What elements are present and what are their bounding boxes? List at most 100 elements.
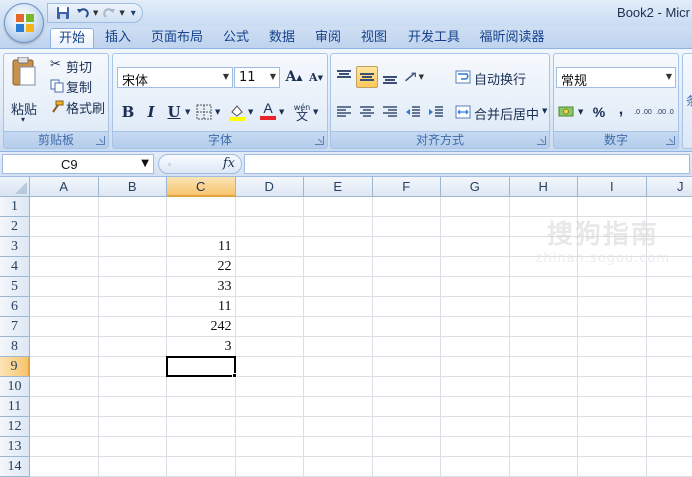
decrease-indent-button[interactable]	[402, 101, 424, 123]
cut-button[interactable]: ✂ 剪切	[48, 57, 106, 76]
column-header-d[interactable]: D	[235, 177, 304, 197]
phonetic-guide-button[interactable]: wén 文	[291, 101, 313, 123]
active-cell-selection[interactable]	[166, 356, 236, 377]
cell-c4[interactable]: 22	[167, 258, 232, 276]
align-middle-button[interactable]	[356, 66, 378, 88]
borders-button[interactable]	[193, 101, 215, 123]
cell-c8[interactable]: 3	[167, 338, 232, 356]
format-painter-button[interactable]: 格式刷	[48, 98, 110, 117]
column-header-f[interactable]: F	[372, 177, 441, 197]
tab-data[interactable]: 数据	[264, 28, 300, 48]
select-all-button[interactable]	[0, 177, 30, 197]
number-dialog-launcher-icon[interactable]	[666, 136, 675, 145]
align-center-button[interactable]	[356, 101, 378, 123]
increase-decimal-button[interactable]: .0 .00	[632, 101, 654, 123]
borders-dropdown-icon[interactable]: ▼	[215, 108, 220, 116]
row-header-10[interactable]: 10	[0, 377, 30, 397]
row-header-5[interactable]: 5	[0, 277, 30, 297]
decrease-decimal-button[interactable]: .00 .0	[654, 101, 676, 123]
copy-button[interactable]: 复制	[48, 77, 106, 96]
font-name-combo[interactable]: 宋体 ▼	[117, 67, 233, 89]
customize-qat-icon[interactable]: ▾	[131, 8, 136, 19]
accounting-dropdown-icon[interactable]: ▼	[578, 108, 583, 116]
accounting-format-button[interactable]	[556, 101, 578, 123]
grow-font-button[interactable]: A ▲	[283, 66, 305, 88]
row-header-6[interactable]: 6	[0, 297, 30, 317]
row-header-4[interactable]: 4	[0, 257, 30, 277]
alignment-dialog-launcher-icon[interactable]	[537, 136, 546, 145]
align-left-button[interactable]	[333, 101, 355, 123]
row-header-11[interactable]: 11	[0, 397, 30, 417]
tab-developer[interactable]: 开发工具	[402, 28, 466, 48]
cell-c6[interactable]: 11	[167, 298, 231, 316]
row-header-3[interactable]: 3	[0, 237, 30, 257]
name-box-dropdown-icon[interactable]: ▼	[141, 158, 149, 169]
cell-c3[interactable]: 11	[167, 238, 231, 256]
tab-foxit-reader[interactable]: 福昕阅读器	[474, 28, 550, 48]
formula-input[interactable]	[244, 154, 690, 174]
italic-button[interactable]: I	[140, 101, 162, 123]
column-header-i[interactable]: I	[578, 177, 647, 197]
row-header-2[interactable]: 2	[0, 217, 30, 237]
number-format-dropdown-icon[interactable]: ▼	[666, 72, 672, 81]
align-top-button[interactable]	[333, 66, 355, 88]
tab-page-layout[interactable]: 页面布局	[146, 28, 208, 48]
undo-icon[interactable]	[74, 5, 92, 21]
align-right-button[interactable]	[379, 101, 401, 123]
merge-dropdown-icon[interactable]: ▼	[542, 107, 547, 115]
column-header-g[interactable]: G	[441, 177, 510, 197]
font-color-button[interactable]: A	[257, 99, 279, 121]
row-header-13[interactable]: 13	[0, 437, 30, 457]
font-color-dropdown-icon[interactable]: ▼	[279, 108, 284, 116]
row-header-8[interactable]: 8	[0, 337, 30, 357]
column-header-c[interactable]: C	[167, 177, 236, 197]
underline-dropdown-icon[interactable]: ▼	[185, 108, 190, 116]
align-bottom-button[interactable]	[379, 66, 401, 88]
fill-handle[interactable]	[231, 373, 237, 378]
column-header-h[interactable]: H	[509, 177, 578, 197]
row-header-12[interactable]: 12	[0, 417, 30, 437]
font-name-dropdown-icon[interactable]: ▼	[223, 72, 229, 81]
tab-review[interactable]: 审阅	[310, 28, 346, 48]
insert-function-button[interactable]: fx	[223, 156, 235, 171]
font-size-combo[interactable]: 11 ▼	[234, 67, 280, 88]
underline-button[interactable]: U	[163, 101, 185, 123]
fill-color-dropdown-icon[interactable]: ▼	[248, 108, 253, 116]
row-header-7[interactable]: 7	[0, 317, 30, 337]
paste-button[interactable]: 粘贴 ▾	[8, 57, 40, 129]
percent-style-button[interactable]: %	[588, 101, 610, 123]
cell-c7[interactable]: 242	[167, 318, 232, 336]
row-header-1[interactable]: 1	[0, 197, 30, 217]
number-format-combo[interactable]: 常规 ▼	[556, 67, 676, 89]
row-header-14[interactable]: 14	[0, 457, 30, 477]
row-header-9[interactable]: 9	[0, 357, 30, 377]
orientation-dropdown-icon[interactable]: ▼	[419, 73, 424, 81]
font-dialog-launcher-icon[interactable]	[315, 136, 324, 145]
column-header-e[interactable]: E	[304, 177, 373, 197]
bold-button[interactable]: B	[117, 101, 139, 123]
save-icon[interactable]	[54, 5, 72, 21]
redo-dropdown-icon[interactable]: ▼	[119, 9, 124, 17]
office-button[interactable]	[4, 3, 44, 43]
tab-view[interactable]: 视图	[356, 28, 392, 48]
orientation-button[interactable]: ▼	[403, 66, 425, 88]
clipboard-dialog-launcher-icon[interactable]	[96, 136, 105, 145]
tab-insert[interactable]: 插入	[100, 28, 136, 48]
name-box[interactable]: C9 ▼	[2, 154, 154, 174]
phonetic-dropdown-icon[interactable]: ▼	[313, 108, 318, 116]
column-header-b[interactable]: B	[98, 177, 167, 197]
font-size-dropdown-icon[interactable]: ▼	[270, 72, 276, 81]
tab-formulas[interactable]: 公式	[218, 28, 254, 48]
increase-indent-button[interactable]	[425, 101, 447, 123]
column-header-j[interactable]: J	[646, 177, 692, 197]
conditional-format-partial-label[interactable]: 条	[686, 92, 692, 109]
expand-formula-icon[interactable]: ◦	[167, 161, 172, 171]
wrap-text-button[interactable]: 自动换行	[453, 66, 543, 88]
comma-style-button[interactable]: ,	[610, 99, 632, 121]
undo-dropdown-icon[interactable]: ▼	[93, 9, 98, 17]
paste-dropdown-icon[interactable]: ▾	[21, 115, 25, 124]
fill-color-button[interactable]	[226, 101, 248, 123]
column-header-a[interactable]: A	[30, 177, 99, 197]
tab-home[interactable]: 开始	[50, 28, 94, 48]
redo-icon[interactable]	[100, 5, 118, 21]
